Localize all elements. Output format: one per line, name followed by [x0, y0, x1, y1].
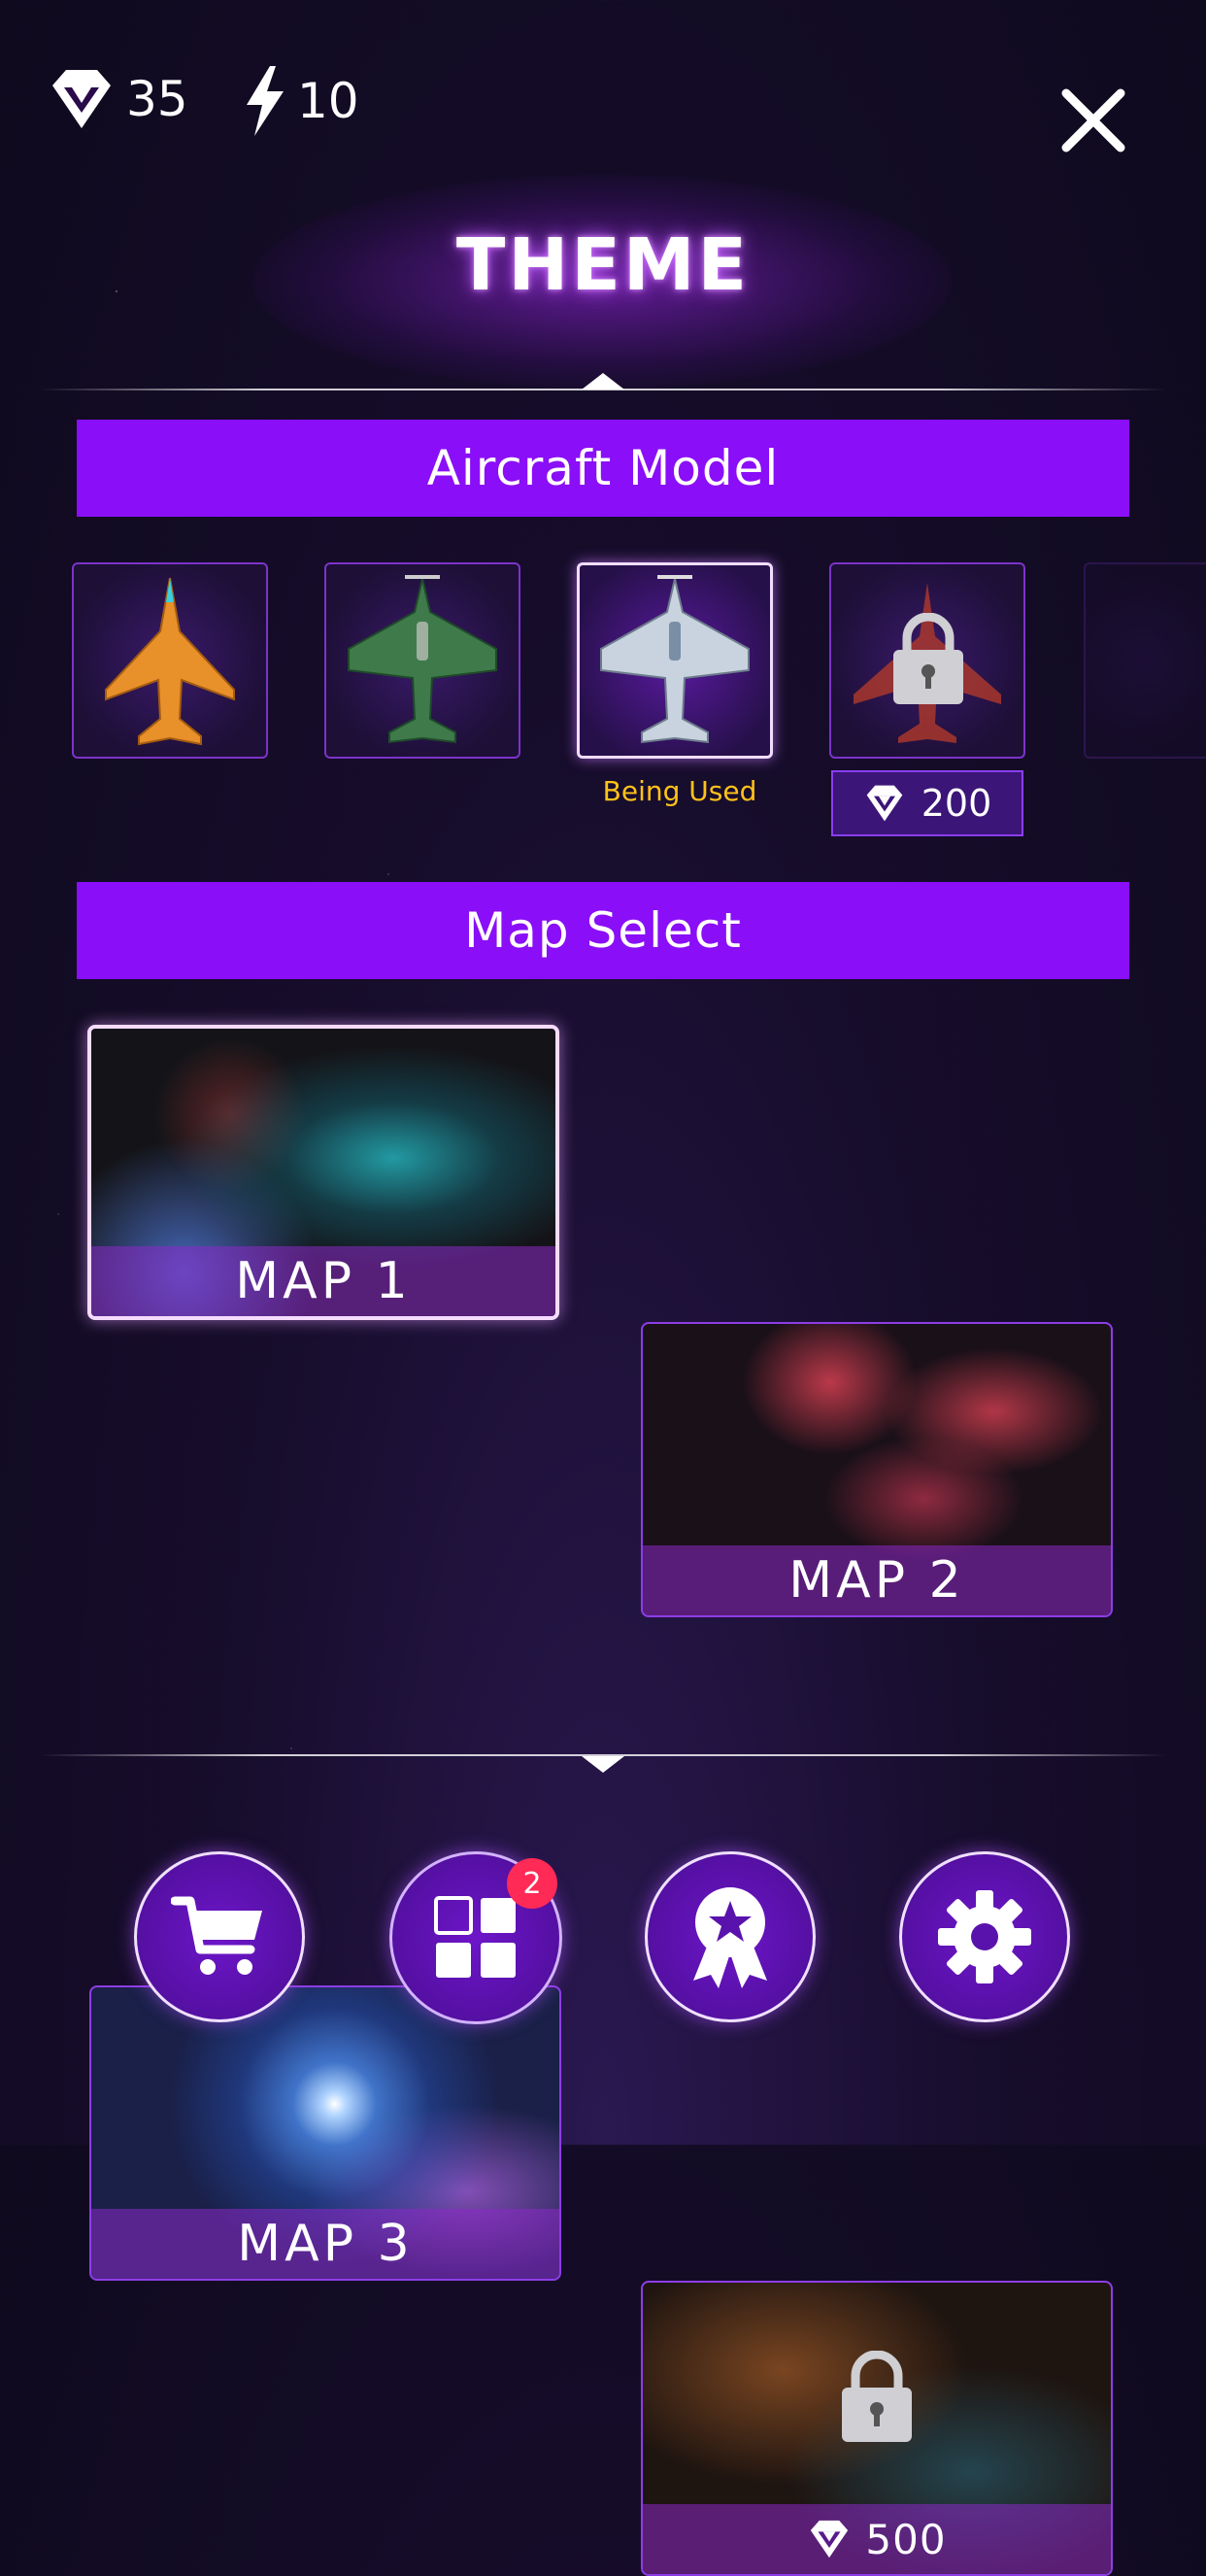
achievements-button[interactable] — [645, 1851, 816, 2022]
gem-icon — [52, 70, 111, 128]
divider-arrow-up-icon — [582, 373, 624, 390]
shop-cart-icon — [171, 1896, 262, 1975]
map-4-price[interactable]: 500 — [643, 2504, 1111, 2574]
energy-count: 10 — [297, 73, 359, 129]
map-2-label: MAP 2 — [643, 1545, 1111, 1615]
aircraft-price: 200 — [921, 782, 992, 825]
aircraft-slot-2[interactable] — [324, 562, 520, 759]
lightning-icon — [247, 66, 284, 136]
energy-counter: 10 — [241, 64, 359, 138]
theme-button[interactable]: 2 — [389, 1851, 562, 2024]
map-card-3[interactable]: MAP 3 — [89, 1985, 561, 2281]
lock-icon — [842, 2351, 912, 2442]
lock-icon — [893, 613, 963, 704]
map-3-label: MAP 3 — [91, 2209, 559, 2279]
theme-grid-icon — [434, 1896, 516, 1978]
divider-arrow-down-icon — [582, 1756, 624, 1773]
aircraft-slot-3[interactable] — [577, 562, 773, 759]
map-4-price-value: 500 — [865, 2515, 947, 2563]
green-propeller-plane-icon — [348, 575, 497, 744]
map-1-label: MAP 1 — [91, 1246, 555, 1316]
achievement-medal-icon — [693, 1887, 767, 1988]
being-used-label: Being Used — [602, 775, 757, 807]
gem-icon — [866, 785, 903, 822]
map-card-4-locked[interactable]: 500 — [641, 2281, 1113, 2576]
aircraft-slot-1[interactable] — [72, 562, 268, 759]
notification-badge: 2 — [507, 1858, 557, 1909]
close-icon — [1061, 88, 1125, 153]
aircraft-price-tag[interactable]: 200 — [831, 770, 1023, 836]
close-button[interactable] — [1056, 84, 1130, 157]
gem-icon — [811, 2520, 849, 2559]
silver-propeller-plane-icon — [600, 575, 750, 744]
shop-button[interactable] — [134, 1851, 305, 2022]
page-title: THEME — [455, 223, 751, 307]
aircraft-slot-5[interactable] — [1084, 562, 1206, 759]
aircraft-slot-4-locked[interactable] — [829, 562, 1025, 759]
gem-count: 35 — [126, 71, 188, 127]
settings-gear-icon — [938, 1890, 1031, 1983]
map-card-1[interactable]: MAP 1 — [87, 1025, 559, 1320]
aircraft-model-header: Aircraft Model — [77, 420, 1129, 517]
map-card-2[interactable]: MAP 2 — [641, 1322, 1113, 1617]
map-select-header: Map Select — [77, 882, 1129, 979]
settings-button[interactable] — [899, 1851, 1070, 2022]
gem-counter: 35 — [47, 64, 188, 134]
orange-jet-icon — [105, 577, 235, 746]
